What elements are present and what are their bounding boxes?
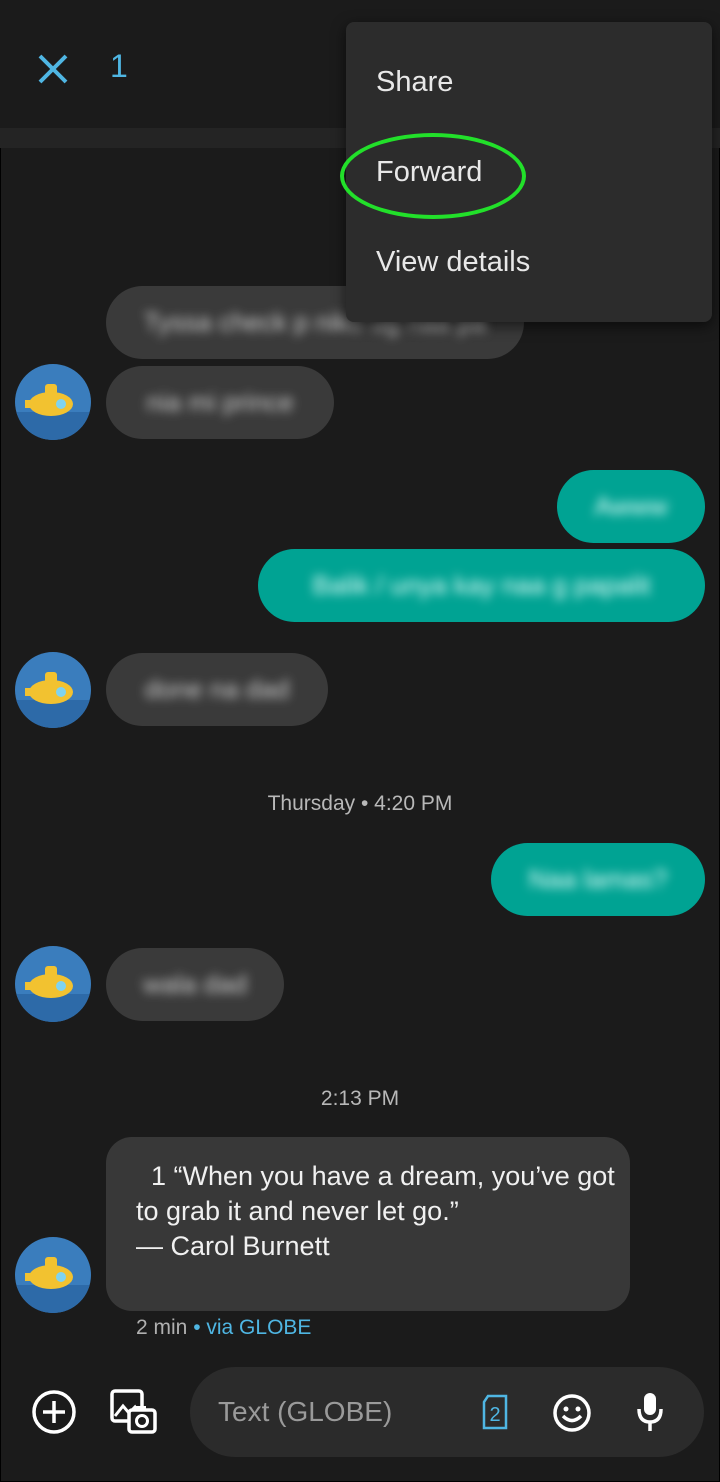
message-meta: 2 min • via GLOBE [136,1316,311,1340]
message-bubble[interactable]: Awww [557,470,705,543]
message-text: Naa lamas? [528,864,668,894]
message-bubble[interactable]: Naa lamas? [491,843,705,916]
contact-avatar[interactable] [15,946,91,1022]
message-bubble[interactable]: nia mi prince [106,366,334,439]
sim-number: 2 [489,1404,500,1426]
contact-avatar[interactable] [15,1237,91,1313]
message-text: Awww [594,491,668,521]
date-separator: Thursday • 4:20 PM [267,792,453,815]
message-time: 2 min [136,1316,188,1339]
contact-avatar[interactable] [15,364,91,440]
submarine-avatar-icon [15,966,91,1022]
emoji-icon[interactable] [552,1393,592,1433]
message-text: done na dad [144,674,290,704]
selected-message-bubble[interactable]: 1 “When you have a dream, you’ve got to … [106,1137,630,1311]
add-icon[interactable] [31,1389,77,1435]
sim-card-icon[interactable]: 2 [480,1394,510,1430]
submarine-avatar-icon [15,1257,91,1313]
message-text: nia mi prince [146,387,294,417]
close-icon[interactable] [36,52,70,86]
message-via: • via GLOBE [187,1316,312,1339]
menu-item-view-details[interactable]: View details [376,246,530,279]
date-separator: 2:13 PM [320,1087,400,1110]
microphone-icon[interactable] [636,1391,664,1433]
gallery-camera-icon[interactable] [109,1388,157,1436]
message-bubble[interactable]: done na dad [106,653,328,726]
message-text: Balik / unya kay naa g papalit [312,570,651,600]
message-composer: 2 [190,1367,704,1457]
selected-count: 1 [110,48,128,84]
message-bubble[interactable]: Balik / unya kay naa g papalit [258,549,705,622]
menu-item-share[interactable]: Share [376,66,453,99]
contact-avatar[interactable] [15,652,91,728]
quote-message-text: 1 “When you have a dream, you’ve got to … [136,1161,615,1261]
highlight-annotation [340,133,526,219]
message-text: wala dad [142,969,248,999]
submarine-avatar-icon [15,672,91,728]
submarine-avatar-icon [15,384,91,440]
message-input[interactable] [216,1391,460,1433]
message-bubble[interactable]: wala dad [106,948,284,1021]
